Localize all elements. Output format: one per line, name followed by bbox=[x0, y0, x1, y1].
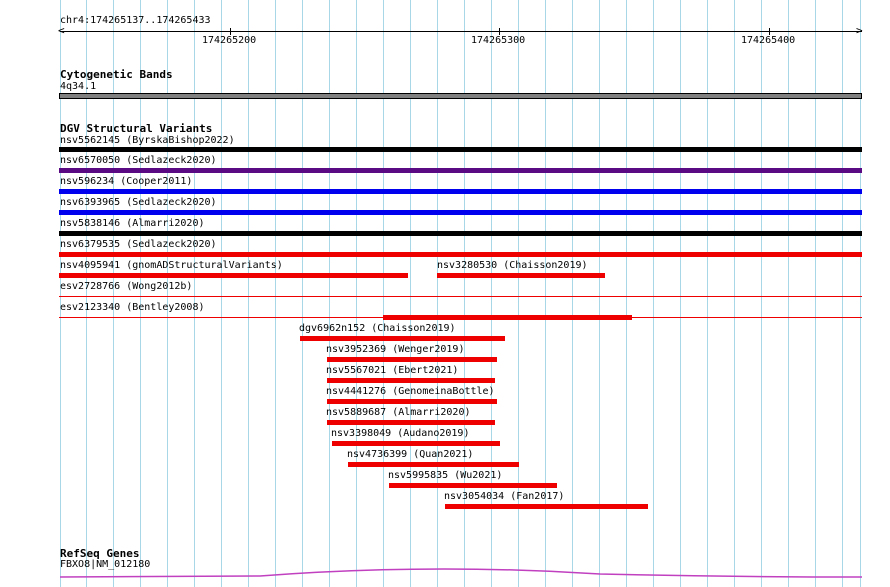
ruler-tick-label: 174265400 bbox=[741, 35, 796, 46]
grid-line bbox=[167, 0, 168, 587]
cytoband-bar[interactable] bbox=[59, 93, 862, 99]
dgv-feature-bar[interactable] bbox=[59, 273, 408, 278]
dgv-feature-bar[interactable] bbox=[59, 252, 862, 257]
grid-line bbox=[302, 0, 303, 587]
dgv-feature-label[interactable]: nsv3398049 (Audano2019) bbox=[331, 428, 469, 440]
ruler-left-arrow-icon: < bbox=[58, 24, 65, 37]
dgv-feature-label[interactable]: nsv4441276 (GenomeinaBottle) bbox=[326, 386, 495, 398]
dgv-feature-bar[interactable] bbox=[348, 462, 519, 467]
dgv-feature-bar[interactable] bbox=[327, 399, 497, 404]
dgv-feature-label[interactable]: nsv6393965 (Sedlazeck2020) bbox=[60, 197, 217, 209]
genome-browser-panel: chr4:174265137..174265433 < > 174265200 … bbox=[0, 0, 890, 587]
dgv-feature-bar[interactable] bbox=[59, 210, 862, 215]
dgv-track-title[interactable]: DGV Structural Variants bbox=[60, 122, 212, 135]
grid-line bbox=[653, 0, 654, 587]
grid-line bbox=[329, 0, 330, 587]
dgv-feature-bar[interactable] bbox=[327, 357, 497, 362]
grid-line bbox=[626, 0, 627, 587]
dgv-feature-label[interactable]: nsv5838146 (Almarri2020) bbox=[60, 218, 205, 230]
dgv-feature-label[interactable]: nsv5562145 (ByrskaBishop2022) bbox=[60, 135, 235, 147]
grid-line bbox=[410, 0, 411, 587]
grid-line bbox=[680, 0, 681, 587]
dgv-feature-label[interactable]: nsv5567021 (Ebert2021) bbox=[326, 365, 458, 377]
dgv-feature-label[interactable]: nsv3952369 (Wenger2019) bbox=[326, 344, 464, 356]
ruler-right-arrow-icon: > bbox=[856, 24, 863, 37]
grid-line bbox=[860, 0, 861, 587]
grid-line bbox=[140, 0, 141, 587]
grid-line bbox=[194, 0, 195, 587]
dgv-feature-label[interactable]: nsv6379535 (Sedlazeck2020) bbox=[60, 239, 217, 251]
grid-line bbox=[815, 0, 816, 587]
refseq-gene-curve[interactable] bbox=[0, 565, 890, 587]
dgv-feature-label[interactable]: esv2728766 (Wong2012b) bbox=[60, 281, 192, 293]
ruler-line bbox=[60, 31, 862, 32]
ruler-tick-mark bbox=[769, 28, 770, 35]
grid-line bbox=[788, 0, 789, 587]
grid-line bbox=[113, 0, 114, 587]
grid-line bbox=[734, 0, 735, 587]
grid-line bbox=[842, 0, 843, 587]
dgv-feature-label[interactable]: nsv4736399 (Quan2021) bbox=[347, 449, 473, 461]
dgv-feature-label[interactable]: nsv596234 (Cooper2011) bbox=[60, 176, 192, 188]
grid-line bbox=[248, 0, 249, 587]
grid-line bbox=[383, 0, 384, 587]
dgv-feature-label[interactable]: nsv5889687 (Almarri2020) bbox=[326, 407, 471, 419]
dgv-feature-label[interactable]: nsv4095941 (gnomADStructuralVariants) bbox=[60, 260, 283, 272]
dgv-feature-label[interactable]: dgv6962n152 (Chaisson2019) bbox=[299, 323, 456, 335]
grid-line bbox=[572, 0, 573, 587]
dgv-feature-bar[interactable] bbox=[327, 420, 495, 425]
cytoband-name: 4q34.1 bbox=[60, 81, 97, 92]
dgv-feature-bar[interactable] bbox=[59, 147, 862, 152]
grid-line bbox=[275, 0, 276, 587]
dgv-feature-label[interactable]: nsv3280530 (Chaisson2019) bbox=[437, 260, 588, 272]
dgv-feature-bar[interactable] bbox=[445, 504, 648, 509]
ruler-location: chr4:174265137..174265433 bbox=[60, 15, 211, 26]
dgv-feature-bar[interactable] bbox=[59, 231, 862, 236]
grid-line bbox=[599, 0, 600, 587]
grid-line bbox=[221, 0, 222, 587]
dgv-feature-bar[interactable] bbox=[437, 273, 605, 278]
dgv-feature-bar[interactable] bbox=[59, 189, 862, 194]
dgv-feature-bar[interactable] bbox=[383, 315, 632, 320]
dgv-feature-bar[interactable] bbox=[300, 336, 505, 341]
dgv-feature-bar[interactable] bbox=[59, 296, 862, 297]
ruler-tick-mark bbox=[230, 28, 231, 35]
ruler-tick-mark bbox=[499, 28, 500, 35]
ruler-tick-label: 174265300 bbox=[471, 35, 526, 46]
dgv-feature-label[interactable]: nsv6570050 (Sedlazeck2020) bbox=[60, 155, 217, 167]
ruler-tick-label: 174265200 bbox=[202, 35, 257, 46]
grid-line bbox=[761, 0, 762, 587]
dgv-feature-bar[interactable] bbox=[59, 168, 862, 173]
dgv-feature-bar[interactable] bbox=[389, 483, 557, 488]
grid-line bbox=[356, 0, 357, 587]
dgv-feature-label[interactable]: nsv3054034 (Fan2017) bbox=[444, 491, 564, 503]
dgv-feature-label[interactable]: nsv5995835 (Wu2021) bbox=[388, 470, 502, 482]
dgv-feature-label[interactable]: esv2123340 (Bentley2008) bbox=[60, 302, 205, 314]
dgv-feature-bar[interactable] bbox=[327, 378, 495, 383]
grid-line bbox=[437, 0, 438, 587]
cytoband-track-title[interactable]: Cytogenetic Bands bbox=[60, 68, 173, 81]
dgv-feature-bar[interactable] bbox=[332, 441, 500, 446]
grid-line bbox=[707, 0, 708, 587]
